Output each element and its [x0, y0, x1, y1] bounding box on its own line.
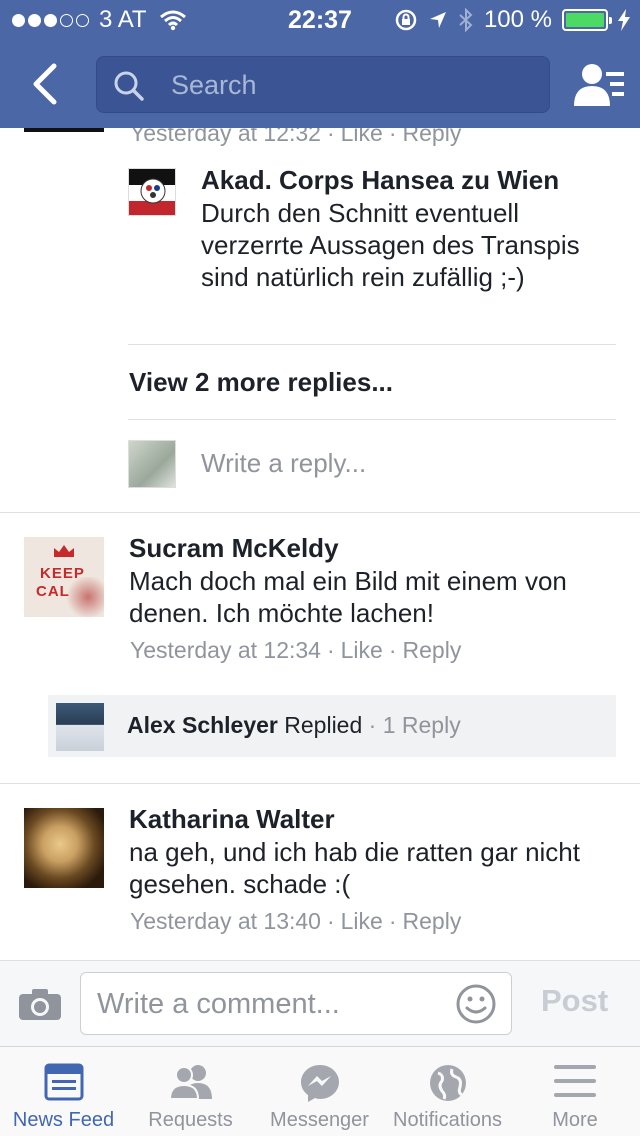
- coat-of-arms-icon: [129, 169, 175, 215]
- reply-author[interactable]: Akad. Corps Hansea zu Wien: [201, 165, 559, 196]
- search-input[interactable]: [171, 65, 531, 105]
- battery-percent: 100 %: [483, 6, 552, 33]
- tab-label: Messenger: [270, 1109, 369, 1131]
- search-bar[interactable]: [96, 56, 550, 113]
- previous-comment-avatar[interactable]: [24, 128, 104, 132]
- divider: [0, 783, 640, 784]
- tab-label: News Feed: [12, 1109, 115, 1131]
- tab-label: More: [552, 1109, 598, 1131]
- camera-button[interactable]: [18, 987, 62, 1026]
- comment-time: Yesterday at 12:32: [130, 128, 321, 146]
- tab-notifications[interactable]: Notifications: [385, 1047, 510, 1136]
- divider: [0, 512, 640, 513]
- globe-icon: [429, 1065, 466, 1101]
- write-reply-field[interactable]: Write a reply...: [201, 448, 366, 479]
- my-avatar: [128, 440, 176, 488]
- friends-online-button[interactable]: [574, 62, 626, 108]
- crest-avatar[interactable]: [128, 168, 176, 216]
- chevron-left-icon: [33, 63, 57, 105]
- previous-comment-meta: Yesterday at 12:32 · Like · Reply: [130, 128, 461, 147]
- comment-author[interactable]: Katharina Walter: [129, 804, 335, 835]
- like-link[interactable]: Like: [341, 908, 383, 934]
- comment-meta: Yesterday at 13:40 · Like · Reply: [130, 908, 462, 934]
- reply-text: Durch den Schnitt eventuell verzerrte Au…: [201, 198, 580, 292]
- reply-link[interactable]: Reply: [403, 637, 462, 663]
- comment-time: Yesterday at 13:40: [130, 908, 321, 934]
- crown-icon: [54, 545, 74, 557]
- comment-text: na geh, und ich hab die ratten gar nicht…: [129, 837, 580, 899]
- comment-text: Mach doch mal ein Bild mit einem von den…: [129, 566, 567, 628]
- replied-label: Replied: [284, 712, 363, 738]
- bluetooth-icon: [459, 8, 473, 32]
- replier-name: Alex Schleyer: [127, 712, 278, 738]
- comment-input[interactable]: [97, 983, 447, 1025]
- messenger-icon: [300, 1065, 339, 1102]
- camera-icon: [19, 989, 61, 1020]
- replier-line: Alex Schleyer Replied · 1 Reply: [127, 712, 461, 738]
- charging-bolt-icon: [618, 9, 630, 31]
- menu-icon: [554, 1065, 596, 1097]
- comment-meta: Yesterday at 12:34 · Like · Reply: [130, 637, 462, 663]
- comment-author[interactable]: Sucram McKeldy: [129, 533, 339, 564]
- rotation-lock-icon: [395, 9, 417, 31]
- person-list-icon: [574, 64, 624, 106]
- tab-requests[interactable]: Requests: [127, 1047, 254, 1136]
- reply-link[interactable]: Reply: [403, 908, 462, 934]
- view-more-replies-link[interactable]: View 2 more replies...: [129, 367, 393, 398]
- tab-more[interactable]: More: [510, 1047, 640, 1136]
- friend-requests-icon: [168, 1065, 212, 1100]
- comment-thread: Yesterday at 12:32 · Like · Reply Akad. Corp…: [0, 128, 640, 960]
- tab-messenger[interactable]: Messenger: [254, 1047, 385, 1136]
- news-feed-icon: [44, 1063, 83, 1101]
- comment-input-box[interactable]: [80, 972, 512, 1035]
- top-navigation-bar: 3 AT 22:37 100 %: [0, 0, 640, 128]
- comment-composer: Post: [0, 960, 640, 1046]
- tab-label: Notifications: [393, 1109, 502, 1131]
- divider: [128, 419, 616, 420]
- replies-summary[interactable]: Alex Schleyer Replied · 1 Reply: [48, 695, 616, 757]
- divider: [128, 344, 616, 345]
- search-icon: [114, 71, 144, 101]
- reply-link[interactable]: Reply: [403, 128, 462, 146]
- replier-avatar: [56, 703, 104, 751]
- location-arrow-icon: [429, 12, 446, 28]
- emoji-icon[interactable]: [455, 983, 497, 1025]
- commenter-avatar[interactable]: [24, 808, 104, 888]
- like-link[interactable]: Like: [341, 128, 383, 146]
- status-right: 100 %: [394, 6, 630, 34]
- status-bar: 3 AT 22:37 100 %: [0, 0, 640, 40]
- tab-news-feed[interactable]: News Feed: [0, 1047, 127, 1136]
- battery-icon: [562, 9, 612, 31]
- post-button[interactable]: Post: [541, 983, 608, 1019]
- bottom-tab-bar: News Feed Requests Messenger Notificatio…: [0, 1046, 640, 1136]
- back-button[interactable]: [26, 60, 66, 108]
- tab-label: Requests: [148, 1109, 233, 1131]
- reply-count: 1 Reply: [382, 712, 461, 738]
- comment-time: Yesterday at 12:34: [130, 637, 321, 663]
- commenter-avatar[interactable]: KEEP CAL: [24, 537, 104, 617]
- like-link[interactable]: Like: [341, 637, 383, 663]
